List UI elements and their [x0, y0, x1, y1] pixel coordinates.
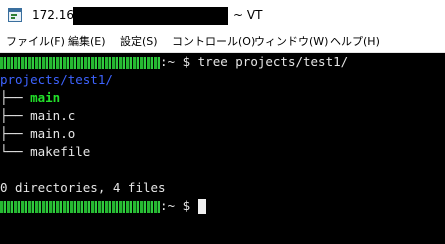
- title-bar: 172.16. ~ VT: [0, 0, 445, 31]
- tree-entry-name: main.c: [30, 108, 76, 123]
- redacted-hostname: [0, 56, 160, 69]
- redacted-title-region: [73, 7, 228, 25]
- command-line: :~ $ tree projects/test1/: [0, 53, 348, 71]
- tree-entry-name: main.o: [30, 126, 76, 141]
- tree-branch: ├──: [0, 108, 23, 123]
- menu-bar: ファイル(F) 編集(E) 設定(S) コントロール(O) ウィンドウ(W) ヘ…: [0, 31, 445, 53]
- menu-window[interactable]: ウィンドウ(W): [254, 34, 328, 49]
- window-title-suffix: ~ VT: [233, 8, 263, 22]
- window-title-ip: 172.16.: [32, 8, 78, 22]
- tree-branch: ├──: [0, 90, 23, 105]
- tree-entry: ├── main.c: [0, 107, 75, 125]
- tree-root-dir: projects/test1/: [0, 72, 113, 87]
- prompt-suffix: :~ $: [160, 198, 191, 213]
- menu-control[interactable]: コントロール(O): [172, 34, 255, 49]
- prompt-line: :~ $: [0, 197, 206, 215]
- tree-entry-name: main: [30, 90, 61, 105]
- menu-file[interactable]: ファイル(F): [6, 34, 65, 49]
- text-cursor: [197, 199, 206, 214]
- redacted-hostname: [0, 200, 160, 213]
- menu-edit[interactable]: 編集(E): [68, 34, 106, 49]
- tree-branch: └──: [0, 144, 23, 159]
- menu-setup[interactable]: 設定(S): [120, 34, 158, 49]
- tree-branch: ├──: [0, 126, 23, 141]
- prompt-suffix: :~ $: [160, 54, 191, 69]
- command-text: tree projects/test1/: [197, 54, 349, 69]
- tree-entry-name: makefile: [30, 144, 91, 159]
- tree-entry: └── makefile: [0, 143, 90, 161]
- teraterm-app-icon[interactable]: [8, 8, 22, 22]
- tree-entry: ├── main: [0, 89, 60, 107]
- tree-summary: 0 directories, 4 files: [0, 180, 166, 195]
- tree-entry: ├── main.o: [0, 125, 75, 143]
- summary-line: 0 directories, 4 files: [0, 179, 166, 197]
- menu-help[interactable]: ヘルプ(H): [330, 34, 380, 49]
- terminal-area[interactable]: :~ $ tree projects/test1/ projects/test1…: [0, 53, 445, 244]
- tree-root-line: projects/test1/: [0, 71, 113, 89]
